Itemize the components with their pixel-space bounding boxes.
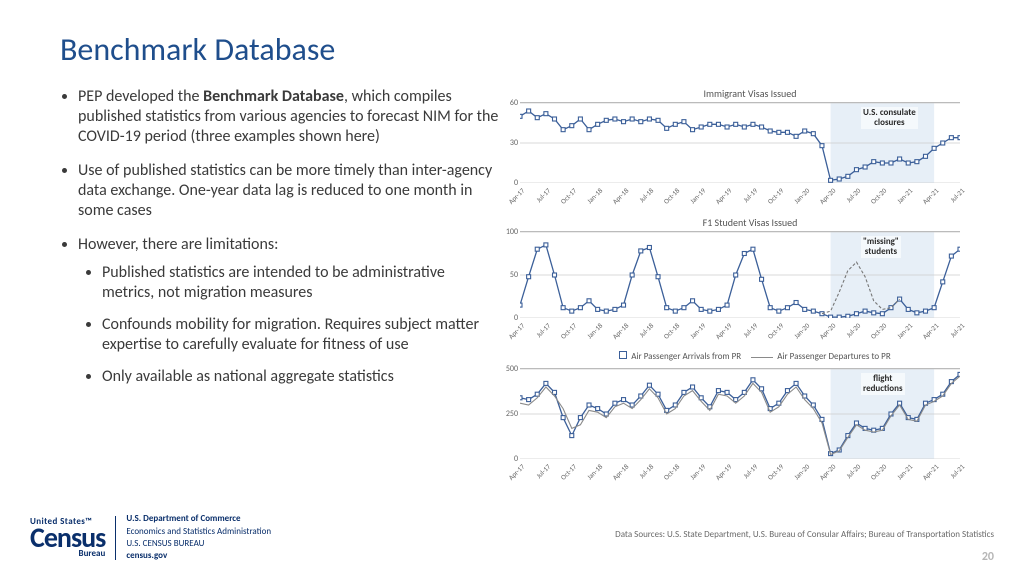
x-tick: Oct-17 — [558, 321, 578, 341]
x-tick: Jan-18 — [585, 186, 604, 205]
data-sources: Data Sources: U.S. State Department, U.S… — [615, 529, 994, 540]
x-tick: Jul-18 — [638, 462, 656, 480]
x-tick: Apr-18 — [610, 321, 630, 341]
y-tick: 500 — [498, 364, 518, 374]
x-tick: Jul-21 — [948, 321, 966, 339]
x-tick: Jan-18 — [585, 462, 604, 481]
x-tick: Jul-17 — [534, 186, 552, 204]
y-tick: 250 — [498, 409, 518, 419]
bullet-2: Use of published statistics can be more … — [78, 161, 500, 221]
x-tick: Apr-20 — [817, 462, 837, 482]
x-tick: Apr-19 — [713, 321, 733, 341]
plot-area: 0250500flightreductions — [520, 368, 960, 458]
y-tick: 50 — [498, 270, 518, 280]
chart-title: F1 Student Visas Issued — [520, 216, 980, 229]
x-tick: Jul-19 — [741, 321, 759, 339]
x-tick: Jan-20 — [792, 186, 811, 205]
x-tick: Jul-18 — [638, 186, 656, 204]
x-tick: Jul-19 — [741, 186, 759, 204]
x-tick: Jul-21 — [948, 186, 966, 204]
x-tick: Jan-20 — [792, 321, 811, 340]
x-tick: Apr-18 — [610, 186, 630, 206]
sub-bullet-2: Confounds mobility for migration. Requir… — [102, 315, 500, 355]
x-tick: Apr-20 — [817, 186, 837, 206]
x-tick: Jan-21 — [895, 462, 914, 481]
x-tick: Apr-20 — [817, 321, 837, 341]
x-tick: Apr-19 — [713, 462, 733, 482]
census-logo: United States™ Census Bureau U.S. Depart… — [30, 513, 271, 562]
x-tick: Jul-17 — [534, 321, 552, 339]
chart-0: Immigrant Visas Issued 03060U.S. consulat… — [520, 87, 980, 208]
x-tick: Oct-20 — [869, 462, 889, 482]
slide: Benchmark Database PEP developed the Ben… — [0, 0, 1024, 576]
x-tick: Jan-19 — [688, 321, 707, 340]
x-tick: Oct-17 — [558, 186, 578, 206]
x-tick: Jul-19 — [741, 462, 759, 480]
sub-bullet-1: Published statistics are intended to be … — [102, 263, 500, 303]
x-tick: Oct-18 — [662, 186, 682, 206]
x-tick: Oct-19 — [765, 186, 785, 206]
x-tick: Oct-19 — [765, 462, 785, 482]
plot-area: 050100"missing"students — [520, 231, 960, 317]
x-tick: Apr-17 — [506, 186, 526, 206]
x-tick: Apr-19 — [713, 186, 733, 206]
bullet-1: PEP developed the Benchmark Database, wh… — [78, 87, 500, 147]
chart-title: Immigrant Visas Issued — [520, 87, 980, 100]
text-column: PEP developed the Benchmark Database, wh… — [60, 87, 500, 492]
x-tick: Apr-18 — [610, 462, 630, 482]
y-tick: 100 — [498, 227, 518, 237]
x-tick: Oct-17 — [558, 462, 578, 482]
x-tick: Jul-20 — [845, 186, 863, 204]
callout: U.S. consulateclosures — [861, 107, 918, 129]
sub-bullet-list: Published statistics are intended to be … — [78, 263, 500, 387]
legend-item: Air Passenger Arrivals from PR — [631, 351, 741, 362]
x-tick: Jul-21 — [948, 462, 966, 480]
page-number: 20 — [982, 550, 994, 564]
x-tick: Jan-21 — [895, 321, 914, 340]
callout: flightreductions — [861, 373, 905, 395]
x-tick: Jul-20 — [845, 462, 863, 480]
y-tick: 0 — [498, 454, 518, 464]
x-tick: Jan-18 — [585, 321, 604, 340]
x-tick: Jan-21 — [895, 186, 914, 205]
x-tick: Apr-17 — [506, 321, 526, 341]
x-tick: Jul-20 — [845, 321, 863, 339]
y-tick: 0 — [498, 313, 518, 323]
x-tick: Jul-17 — [534, 462, 552, 480]
y-tick: 30 — [498, 138, 518, 148]
chart-1: F1 Student Visas Issued 050100"missing"st… — [520, 216, 980, 343]
x-tick: Oct-18 — [662, 321, 682, 341]
logo-dept-text: U.S. Department of Commerce Economics an… — [126, 513, 271, 562]
x-tick: Jan-19 — [688, 462, 707, 481]
x-tick: Oct-20 — [869, 186, 889, 206]
content-columns: PEP developed the Benchmark Database, wh… — [60, 87, 994, 492]
x-tick: Oct-19 — [765, 321, 785, 341]
legend-item: Air Passenger Departures to PR — [777, 351, 891, 362]
callout: "missing"students — [861, 236, 901, 258]
x-tick: Jul-18 — [638, 321, 656, 339]
x-tick: Apr-21 — [921, 321, 941, 341]
x-tick: Jan-19 — [688, 186, 707, 205]
page-title: Benchmark Database — [60, 30, 994, 69]
x-tick: Oct-18 — [662, 462, 682, 482]
x-tick: Apr-17 — [506, 462, 526, 482]
plot-area: 03060U.S. consulateclosures — [520, 102, 960, 182]
x-tick: Apr-21 — [921, 186, 941, 206]
legend: Air Passenger Arrivals from PR Air Passen… — [520, 351, 980, 362]
chart-2: 0250500flightreductionsApr-17Jul-17Oct-1… — [520, 368, 980, 484]
sub-bullet-3: Only available as national aggregate sta… — [102, 367, 500, 387]
y-tick: 60 — [498, 98, 518, 108]
y-tick: 0 — [498, 178, 518, 188]
logo-separator — [115, 516, 116, 560]
bullet-3: However, there are limitations: Publishe… — [78, 235, 500, 387]
bullet-list: PEP developed the Benchmark Database, wh… — [60, 87, 500, 387]
footer-logo-block: United States™ Census Bureau U.S. Depart… — [30, 513, 271, 562]
charts-column: Immigrant Visas Issued 03060U.S. consulat… — [520, 87, 980, 492]
x-tick: Apr-21 — [921, 462, 941, 482]
x-tick: Oct-20 — [869, 321, 889, 341]
x-tick: Jan-20 — [792, 462, 811, 481]
